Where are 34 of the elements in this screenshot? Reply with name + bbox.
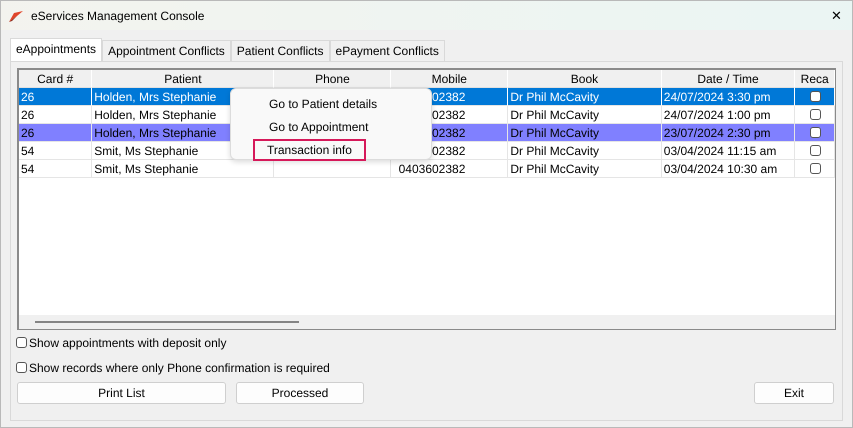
checkbox-label[interactable]: Show appointments with deposit only (29, 336, 226, 350)
scrollbar-thumb[interactable] (35, 321, 299, 323)
exit-button[interactable]: Exit (754, 382, 834, 404)
checkbox[interactable] (16, 362, 27, 373)
table-cell: 26 (19, 88, 92, 106)
recall-checkbox[interactable] (810, 127, 822, 138)
menu-item[interactable]: Transaction info (253, 139, 366, 161)
recall-checkbox[interactable] (810, 145, 822, 156)
recall-checkbox[interactable] (810, 109, 822, 120)
table-cell: 54 (19, 142, 92, 160)
table-cell: 24/07/2024 3:30 pm (662, 88, 796, 106)
table-cell: 23/07/2024 2:30 pm (662, 124, 796, 142)
app-logo-icon (8, 8, 24, 22)
table-cell: Dr Phil McCavity (508, 142, 662, 160)
tab[interactable]: ePayment Conflicts (330, 40, 445, 61)
tab[interactable]: Appointment Conflicts (102, 40, 231, 61)
checkbox-label[interactable]: Show records where only Phone confirmation is required (29, 360, 330, 374)
recall-checkbox[interactable] (810, 163, 822, 174)
tab[interactable]: Patient Conflicts (230, 40, 330, 61)
close-button[interactable]: ✕ (831, 8, 842, 23)
table-cell: Smit, Ms Stephanie (92, 160, 274, 178)
table-cell: 03/04/2024 10:30 am (662, 160, 796, 178)
table-cell: Dr Phil McCavity (508, 160, 662, 178)
action-button[interactable]: Print List (17, 382, 226, 404)
tab[interactable]: eAppointments (10, 38, 102, 61)
table-cell: 54 (19, 160, 92, 178)
recall-checkbox[interactable] (810, 91, 822, 102)
checkbox[interactable] (16, 337, 27, 348)
table-cell: Dr Phil McCavity (508, 88, 662, 106)
table-cell: Dr Phil McCavity (508, 124, 662, 142)
table-cell: 26 (19, 124, 92, 142)
window-title: eServices Management Console (31, 8, 206, 22)
table-cell: 03/04/2024 11:15 am (662, 142, 796, 160)
action-button[interactable]: Processed (236, 382, 364, 404)
